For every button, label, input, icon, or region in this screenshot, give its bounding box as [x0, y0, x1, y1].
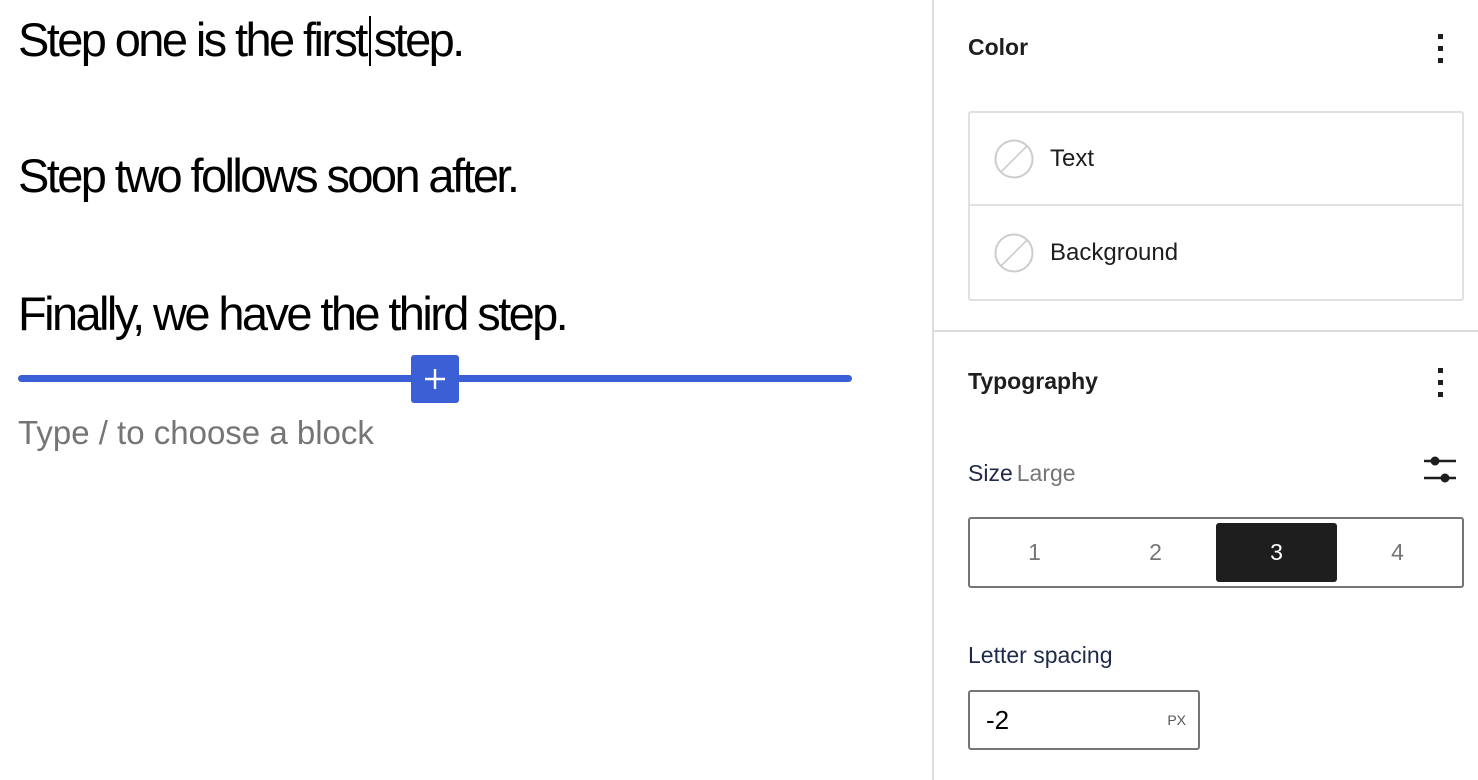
sliders-icon: [1424, 456, 1456, 483]
font-size-option-1[interactable]: 1: [974, 523, 1095, 582]
paragraph-text: Step one is the first: [18, 13, 368, 66]
font-size-option-2[interactable]: 2: [1095, 523, 1216, 582]
more-vertical-icon-dot: [1437, 57, 1443, 63]
font-size-toggle-group: 1 2 3 4: [968, 517, 1464, 588]
custom-size-button[interactable]: [1422, 452, 1458, 488]
panel-divider: [934, 330, 1478, 332]
color-item-background[interactable]: Background: [970, 206, 1462, 299]
letter-spacing-unit[interactable]: PX: [1167, 712, 1186, 728]
more-vertical-icon: [1437, 33, 1443, 39]
paragraph-block[interactable]: Step two follows soon after.: [18, 152, 520, 199]
no-color-swatch-icon: [994, 233, 1034, 272]
typography-panel-title: Typography: [968, 368, 1098, 394]
more-vertical-icon-dot: [1437, 45, 1443, 51]
letter-spacing-label: Letter spacing: [968, 642, 1113, 668]
plus-icon: [425, 369, 445, 389]
paragraph-block[interactable]: Finally, we have the third step.: [18, 290, 569, 337]
more-vertical-icon: [1437, 367, 1443, 373]
more-vertical-icon-dot: [1437, 391, 1443, 397]
typography-options-button[interactable]: [1428, 362, 1452, 402]
font-size-option-3[interactable]: 3: [1216, 523, 1337, 582]
color-item-label: Text: [1050, 144, 1095, 172]
no-color-swatch-icon: [994, 139, 1034, 178]
color-item-text[interactable]: Text: [970, 113, 1462, 206]
text-caret: [368, 16, 371, 66]
font-size-label: Size Large: [968, 460, 1076, 487]
editor-canvas: Step one is the first step. Step two foll…: [0, 0, 932, 780]
block-placeholder[interactable]: Type / to choose a block: [18, 414, 374, 452]
paragraph-text: step.: [373, 13, 466, 66]
settings-sidebar: Color Text Background Typography Size Lar…: [932, 0, 1478, 780]
font-size-current-value: Large: [1016, 460, 1076, 486]
paragraph-block[interactable]: Step one is the first step.: [18, 13, 466, 66]
font-size-option-4[interactable]: 4: [1337, 523, 1458, 582]
more-vertical-icon-dot: [1437, 379, 1443, 385]
font-size-label-text: Size: [968, 460, 1013, 486]
color-item-group: Text Background: [968, 111, 1464, 301]
letter-spacing-input[interactable]: [986, 704, 1136, 736]
letter-spacing-field: PX: [968, 690, 1200, 750]
color-item-label: Background: [1050, 238, 1179, 266]
color-panel-title: Color: [968, 34, 1029, 60]
add-block-button[interactable]: [411, 355, 459, 403]
color-options-button[interactable]: [1428, 28, 1452, 68]
